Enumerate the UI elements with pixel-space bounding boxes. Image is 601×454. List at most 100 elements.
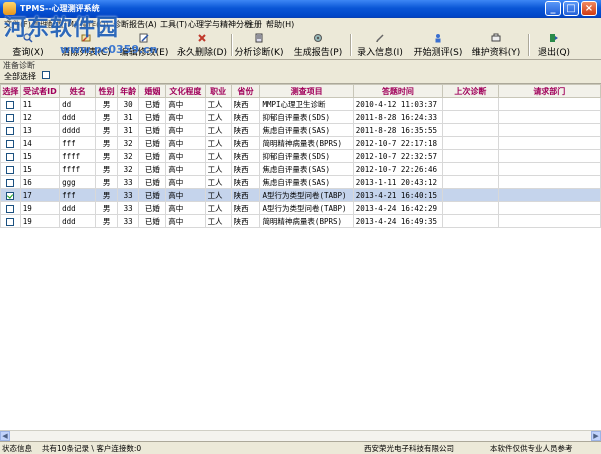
row-checkbox[interactable] bbox=[6, 113, 15, 122]
select-all-label: 全部选择 bbox=[4, 72, 36, 81]
maintain-data-button[interactable]: 维护资料(Y) bbox=[468, 32, 524, 58]
exit-button[interactable]: 退出(Q) bbox=[532, 32, 576, 58]
column-header[interactable]: 省份 bbox=[230, 84, 261, 98]
table-cell: 陕西 bbox=[230, 123, 261, 137]
status-bar: 状态信息 共有10条记录 \ 客户连接数:0 西安荣光电子科技有限公司 本软件仅… bbox=[0, 441, 601, 453]
table-cell: 男 bbox=[95, 162, 118, 176]
column-header[interactable]: 答题时间 bbox=[352, 84, 444, 98]
table-cell: 14 bbox=[19, 136, 61, 150]
table-cell bbox=[442, 214, 499, 228]
row-checkbox[interactable] bbox=[6, 204, 15, 213]
column-header[interactable]: 文化程度 bbox=[165, 84, 206, 98]
row-checkbox[interactable] bbox=[6, 139, 15, 148]
table-cell: 17 bbox=[19, 188, 61, 202]
column-header[interactable]: 年龄 bbox=[116, 84, 140, 98]
table-cell: 工人 bbox=[204, 136, 232, 150]
table-row[interactable]: 15 ffff 男 32 已婚 高中 工人 陕西 抑郁自评量表(SDS) 2012-10-7 22… bbox=[0, 149, 601, 163]
table-row[interactable]: 16 ggg 男 33 已婚 高中 工人 陕西 焦虑自评量表(SAS) 2013-1-11 20:… bbox=[0, 175, 601, 189]
generate-report-button[interactable]: 生成报告(P) bbox=[290, 32, 346, 58]
row-select-cell bbox=[0, 201, 21, 215]
table-cell: 抑郁自评量表(SDS) bbox=[259, 110, 354, 124]
status-company: 西安荣光电子科技有限公司 bbox=[364, 444, 454, 453]
table-row[interactable]: 14 fff 男 32 已婚 高中 工人 陕西 简明精神病量表(BPRS) 2012-10-7 2… bbox=[0, 136, 601, 150]
delete-button[interactable]: 永久删除(D) bbox=[174, 32, 230, 58]
menu-tools[interactable]: 工具(T) bbox=[160, 19, 187, 30]
table-cell: 男 bbox=[95, 214, 118, 228]
row-checkbox[interactable] bbox=[6, 165, 15, 174]
row-select-cell bbox=[0, 110, 21, 124]
select-all[interactable]: 全部选择 bbox=[4, 71, 50, 82]
column-header[interactable]: 婚姻 bbox=[138, 84, 167, 98]
close-button[interactable]: × bbox=[581, 1, 597, 16]
row-select-cell bbox=[0, 214, 21, 228]
analyze-icon bbox=[255, 33, 263, 43]
menu-help[interactable]: 帮助(H) bbox=[266, 19, 294, 30]
table-cell: dddd bbox=[59, 123, 97, 137]
table-row[interactable]: 19 ddd 男 33 已婚 高中 工人 陕西 A型行为类型问卷(TABP) 2013-4-24 … bbox=[0, 201, 601, 215]
row-select-cell bbox=[0, 97, 21, 111]
horizontal-scrollbar[interactable]: ◀ ▶ bbox=[0, 430, 601, 441]
table-cell: 已婚 bbox=[138, 97, 167, 111]
table-cell bbox=[497, 188, 601, 202]
table-row[interactable]: 13 dddd 男 31 已婚 高中 工人 陕西 焦虑自评量表(SAS) 2011-8-28 16… bbox=[0, 123, 601, 137]
query-label: 查询(X) bbox=[12, 48, 44, 58]
scroll-left-icon[interactable]: ◀ bbox=[0, 431, 10, 441]
table-cell: ddd bbox=[59, 214, 97, 228]
table-cell: 工人 bbox=[204, 123, 232, 137]
column-header[interactable]: 测查项目 bbox=[259, 84, 354, 98]
column-header[interactable]: 上次诊断 bbox=[442, 84, 499, 98]
panel-label: 准备诊断 bbox=[3, 61, 35, 70]
row-checkbox[interactable] bbox=[6, 152, 15, 161]
select-all-checkbox[interactable] bbox=[42, 71, 50, 79]
table-cell: 陕西 bbox=[230, 149, 261, 163]
column-header[interactable]: 请求部门 bbox=[497, 84, 601, 98]
menu-register[interactable]: 注册 bbox=[246, 19, 262, 30]
analyze-button[interactable]: 分析诊断(K) bbox=[233, 32, 285, 58]
table-cell: 已婚 bbox=[138, 123, 167, 137]
table-row[interactable]: 17 fff 男 33 已婚 高中 工人 陕西 A型行为类型问卷(TABP) 2013-4-21 … bbox=[0, 188, 601, 202]
table-cell: 焦虑自评量表(SAS) bbox=[259, 175, 354, 189]
row-checkbox[interactable] bbox=[6, 178, 15, 187]
row-checkbox[interactable] bbox=[6, 191, 15, 200]
table-cell: 2012-10-7 22:26:46 bbox=[352, 162, 444, 176]
watermark-title: 河东软件园 bbox=[4, 16, 120, 41]
column-header[interactable]: 职业 bbox=[204, 84, 232, 98]
start-test-button[interactable]: 开始测评(S) bbox=[410, 32, 466, 58]
table-cell bbox=[497, 162, 601, 176]
table-row[interactable]: 15 ffff 男 32 已婚 高中 工人 陕西 焦虑自评量表(SAS) 2012-10-7 22… bbox=[0, 162, 601, 176]
column-header[interactable]: 选择 bbox=[0, 84, 21, 98]
column-header[interactable]: 受试者ID bbox=[19, 84, 61, 98]
table-row[interactable]: 19 ddd 男 33 已婚 高中 工人 陕西 简明精神病量表(BPRS) 2013-4-24 1… bbox=[0, 214, 601, 228]
table-cell: 31 bbox=[116, 110, 140, 124]
table-cell: 15 bbox=[19, 149, 61, 163]
table-cell: 32 bbox=[116, 136, 140, 150]
table-cell bbox=[442, 149, 499, 163]
table-cell: 已婚 bbox=[138, 162, 167, 176]
column-header[interactable]: 性别 bbox=[95, 84, 118, 98]
table-cell: 陕西 bbox=[230, 214, 261, 228]
minimize-button[interactable]: _ bbox=[545, 1, 561, 16]
row-checkbox[interactable] bbox=[6, 126, 15, 135]
maintain-data-label: 维护资料(Y) bbox=[471, 48, 521, 58]
table-cell: 工人 bbox=[204, 188, 232, 202]
table-cell: 2013-4-21 16:40:15 bbox=[352, 188, 444, 202]
table-cell: 陕西 bbox=[230, 110, 261, 124]
table-cell: ddd bbox=[59, 201, 97, 215]
table-cell: 高中 bbox=[165, 162, 206, 176]
start-test-label: 开始测评(S) bbox=[413, 48, 463, 58]
table-cell: 高中 bbox=[165, 214, 206, 228]
table-row[interactable]: 12 ddd 男 31 已婚 高中 工人 陕西 抑郁自评量表(SDS) 2011-8-28 16:… bbox=[0, 110, 601, 124]
table-row[interactable]: 11 dd 男 30 已婚 高中 工人 陕西 MMPI心理卫生诊断 2010-4-12 11:03… bbox=[0, 97, 601, 111]
column-header[interactable]: 姓名 bbox=[59, 84, 97, 98]
maximize-button[interactable]: □ bbox=[563, 1, 579, 16]
scroll-right-icon[interactable]: ▶ bbox=[591, 431, 601, 441]
row-checkbox[interactable] bbox=[6, 100, 15, 109]
input-info-button[interactable]: 录入信息(I) bbox=[352, 32, 408, 58]
menu-psych[interactable]: 心理学与精神分析 bbox=[188, 19, 252, 30]
menu-report[interactable]: 诊断报告(A) bbox=[113, 19, 157, 30]
table-cell: 工人 bbox=[204, 149, 232, 163]
row-checkbox[interactable] bbox=[6, 217, 15, 226]
record-grid: 选择 受试者ID 姓名 性别 年龄 婚姻 文化程度 职业 省份 测查项目 答题时间 上次诊断 请求部门 … bbox=[0, 83, 601, 431]
table-cell: ddd bbox=[59, 110, 97, 124]
table-cell: 焦虑自评量表(SAS) bbox=[259, 162, 354, 176]
